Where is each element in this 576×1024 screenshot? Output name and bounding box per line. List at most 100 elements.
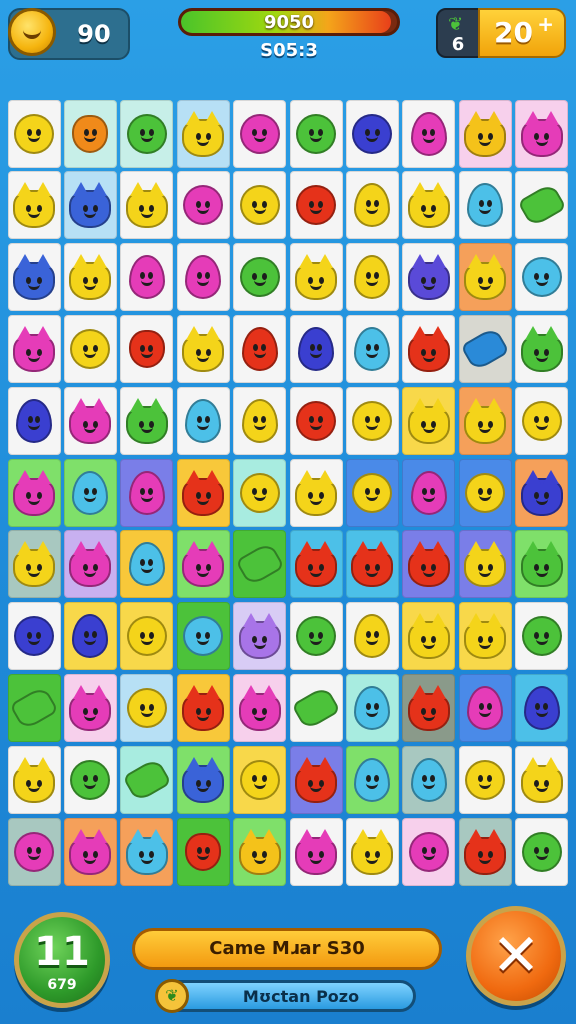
board-tile[interactable]	[458, 243, 512, 312]
board-tile[interactable]	[233, 817, 287, 886]
board-tile[interactable]	[515, 243, 569, 312]
board-tile[interactable]	[289, 530, 343, 599]
board-tile[interactable]	[515, 458, 569, 527]
board-tile[interactable]	[402, 314, 456, 383]
board-tile[interactable]	[402, 602, 456, 671]
board-tile[interactable]	[515, 745, 569, 814]
board-tile[interactable]	[345, 673, 399, 742]
board-tile[interactable]	[120, 673, 174, 742]
board-tile[interactable]	[63, 314, 117, 383]
board-tile[interactable]	[458, 602, 512, 671]
board-tile[interactable]	[7, 817, 61, 886]
board-tile[interactable]	[7, 745, 61, 814]
board-tile[interactable]	[176, 530, 230, 599]
secondary-banner[interactable]: ❦ Mʊctan Pozo	[155, 979, 416, 1013]
board-tile[interactable]	[7, 386, 61, 455]
board-tile[interactable]	[345, 602, 399, 671]
board-tile[interactable]	[233, 673, 287, 742]
board-tile[interactable]	[176, 817, 230, 886]
board-tile[interactable]	[7, 673, 61, 742]
board-tile[interactable]	[402, 99, 456, 168]
board-tile[interactable]	[176, 99, 230, 168]
board-tile[interactable]	[345, 99, 399, 168]
board-tile[interactable]	[402, 673, 456, 742]
board-tile[interactable]	[402, 817, 456, 886]
board-tile[interactable]	[176, 171, 230, 240]
board-tile[interactable]	[176, 243, 230, 312]
board-tile[interactable]	[233, 602, 287, 671]
board-tile[interactable]	[402, 171, 456, 240]
close-button[interactable]: ✕	[466, 906, 566, 1006]
board-tile[interactable]	[63, 386, 117, 455]
board-tile[interactable]	[176, 673, 230, 742]
board-tile[interactable]	[7, 99, 61, 168]
board-tile[interactable]	[515, 99, 569, 168]
board-tile[interactable]	[402, 458, 456, 527]
board-tile[interactable]	[120, 314, 174, 383]
board-tile[interactable]	[289, 243, 343, 312]
board-tile[interactable]	[458, 314, 512, 383]
board-tile[interactable]	[458, 745, 512, 814]
board-tile[interactable]	[515, 602, 569, 671]
board-tile[interactable]	[289, 458, 343, 527]
board-tile[interactable]	[289, 171, 343, 240]
board-tile[interactable]	[7, 243, 61, 312]
board-tile[interactable]	[345, 243, 399, 312]
board-tile[interactable]	[458, 458, 512, 527]
board-tile[interactable]	[458, 171, 512, 240]
board-tile[interactable]	[176, 602, 230, 671]
board-tile[interactable]	[515, 314, 569, 383]
board-tile[interactable]	[345, 314, 399, 383]
board-tile[interactable]	[63, 530, 117, 599]
board-tile[interactable]	[176, 458, 230, 527]
board-tile[interactable]	[458, 530, 512, 599]
board-tile[interactable]	[289, 817, 343, 886]
board-tile[interactable]	[458, 386, 512, 455]
board-tile[interactable]	[289, 602, 343, 671]
plus-icon[interactable]: +	[537, 12, 554, 36]
board-tile[interactable]	[63, 745, 117, 814]
board-tile[interactable]	[458, 99, 512, 168]
board-tile[interactable]	[233, 171, 287, 240]
board-tile[interactable]	[289, 673, 343, 742]
board-tile[interactable]	[402, 243, 456, 312]
board-tile[interactable]	[63, 171, 117, 240]
board-tile[interactable]	[176, 314, 230, 383]
board-tile[interactable]	[233, 243, 287, 312]
board-tile[interactable]	[233, 314, 287, 383]
board-tile[interactable]	[515, 673, 569, 742]
board-tile[interactable]	[289, 386, 343, 455]
board-tile[interactable]	[345, 386, 399, 455]
board-tile[interactable]	[458, 817, 512, 886]
board-tile[interactable]	[120, 817, 174, 886]
primary-banner[interactable]: Came Mɹar S30	[132, 928, 442, 970]
board-tile[interactable]	[7, 458, 61, 527]
board-tile[interactable]	[63, 817, 117, 886]
board-tile[interactable]	[345, 817, 399, 886]
board-tile[interactable]	[233, 745, 287, 814]
board-tile[interactable]	[120, 243, 174, 312]
board-tile[interactable]	[120, 602, 174, 671]
gold-counter[interactable]: 20 +	[478, 8, 566, 58]
board-tile[interactable]	[233, 386, 287, 455]
board-tile[interactable]	[120, 745, 174, 814]
board-tile[interactable]	[345, 745, 399, 814]
board-tile[interactable]	[289, 745, 343, 814]
board-tile[interactable]	[120, 458, 174, 527]
board-tile[interactable]	[289, 99, 343, 168]
board-tile[interactable]	[515, 530, 569, 599]
board-tile[interactable]	[515, 386, 569, 455]
board-tile[interactable]	[176, 386, 230, 455]
board-tile[interactable]	[120, 530, 174, 599]
board-tile[interactable]	[458, 673, 512, 742]
board-tile[interactable]	[7, 602, 61, 671]
currency-panel[interactable]: ❦ 6 20 +	[436, 8, 566, 58]
board-tile[interactable]	[289, 314, 343, 383]
board-tile[interactable]	[120, 171, 174, 240]
board-tile[interactable]	[402, 386, 456, 455]
board-tile[interactable]	[63, 673, 117, 742]
board-tile[interactable]	[63, 243, 117, 312]
board-tile[interactable]	[63, 602, 117, 671]
board-tile[interactable]	[7, 530, 61, 599]
board-tile[interactable]	[515, 171, 569, 240]
